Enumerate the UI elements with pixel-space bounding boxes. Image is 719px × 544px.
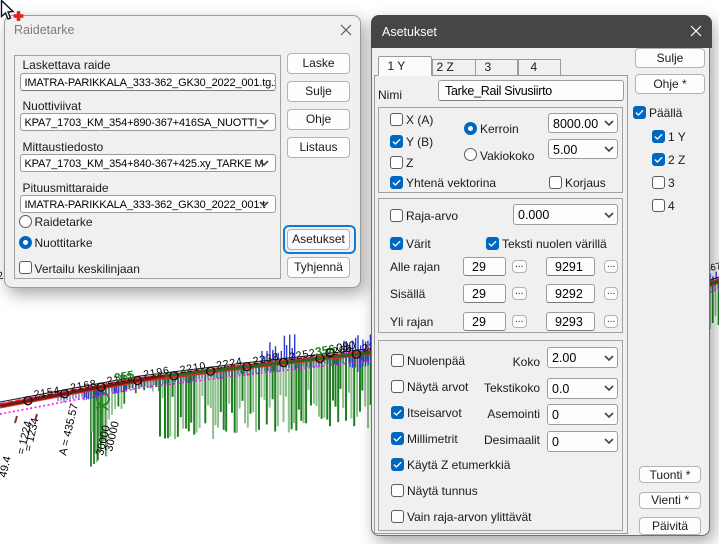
svg-text:A = 435.57: A = 435.57 [57, 402, 81, 456]
svg-text:2154: 2154 [33, 385, 61, 401]
svg-text:49.4: 49.4 [0, 455, 14, 479]
